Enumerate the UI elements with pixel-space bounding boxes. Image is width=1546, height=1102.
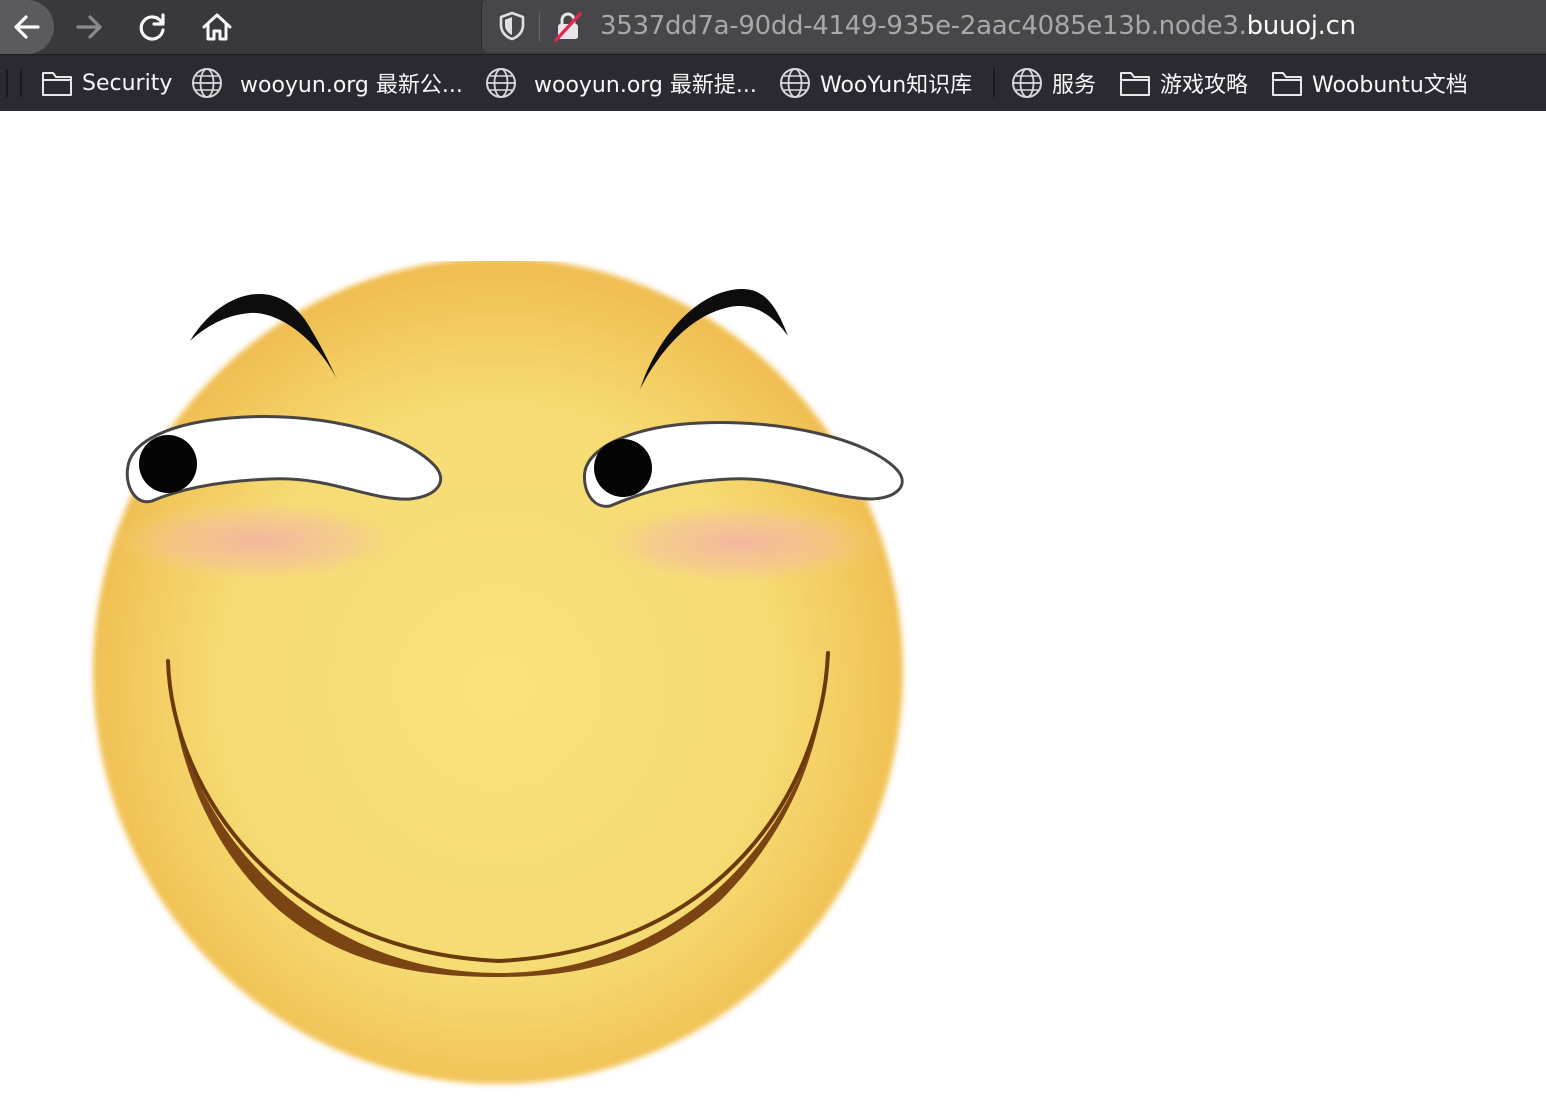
bookmark-wooyun-latest-public[interactable]: wooyun.org 最新公... [190, 55, 463, 111]
bookmark-services[interactable]: 服务 [1010, 55, 1096, 111]
navigation-toolbar: 3537dd7a-90dd-4149-935e-2aac4085e13b.nod… [0, 0, 1546, 54]
right-blush [590, 501, 890, 585]
home-icon [202, 13, 232, 41]
bookmark-woobuntu-docs[interactable]: Woobuntu文档 [1270, 55, 1468, 111]
back-button[interactable] [0, 0, 54, 54]
arrow-right-icon [76, 15, 102, 39]
shield-icon [499, 11, 525, 41]
bookmark-label: WooYun知识库 [820, 73, 973, 98]
bookmark-label: Woobuntu文档 [1312, 73, 1468, 98]
bookmark-label: wooyun.org 最新提... [534, 73, 757, 98]
arrow-left-icon [14, 15, 40, 39]
globe-icon [190, 66, 224, 100]
url-text[interactable]: 3537dd7a-90dd-4149-935e-2aac4085e13b.nod… [600, 9, 1356, 43]
home-button[interactable] [194, 4, 240, 50]
url-subdomain: 3537dd7a-90dd-4149-935e-2aac4085e13b.nod… [600, 11, 1247, 41]
bookmarks-toolbar: Security wooyun.org 最新公... wooyun.org 最新… [0, 54, 1546, 112]
bookmarks-separator [993, 69, 995, 97]
bookmark-wooyun-knowledge-base[interactable]: WooYun知识库 [778, 55, 972, 111]
left-blush [110, 499, 410, 583]
globe-icon [778, 66, 812, 100]
browser-chrome: 3537dd7a-90dd-4149-935e-2aac4085e13b.nod… [0, 0, 1546, 112]
page-content [0, 111, 1546, 1102]
smirking-smiley-image [93, 261, 904, 1084]
folder-icon [1118, 66, 1152, 100]
bookmark-game-guides[interactable]: 游戏攻略 [1118, 55, 1248, 111]
reload-button[interactable] [130, 4, 176, 50]
bookmarks-separator [20, 69, 22, 97]
bookmarks-separator [6, 69, 8, 97]
bookmark-wooyun-latest-submit[interactable]: wooyun.org 最新提... [484, 55, 757, 111]
url-bar-divider [539, 12, 540, 42]
url-domain: buuoj.cn [1246, 11, 1357, 41]
site-security-button[interactable] [550, 8, 586, 44]
bookmark-label: 游戏攻略 [1160, 73, 1249, 98]
left-pupil [139, 435, 197, 493]
bookmark-security[interactable]: Security [40, 55, 172, 111]
bookmark-label: 服务 [1052, 73, 1097, 98]
forward-button[interactable] [66, 4, 112, 50]
insecure-lock-icon [554, 12, 582, 42]
reload-icon [139, 13, 165, 41]
globe-icon [1010, 66, 1044, 100]
folder-icon [1270, 66, 1304, 100]
globe-icon [484, 66, 518, 100]
bookmark-label: wooyun.org 最新公... [240, 73, 463, 98]
folder-icon [40, 66, 74, 100]
tracking-protection-button[interactable] [494, 8, 530, 44]
bookmark-label: Security [82, 70, 173, 96]
url-bar[interactable]: 3537dd7a-90dd-4149-935e-2aac4085e13b.nod… [481, 0, 1546, 52]
right-pupil [594, 439, 652, 497]
